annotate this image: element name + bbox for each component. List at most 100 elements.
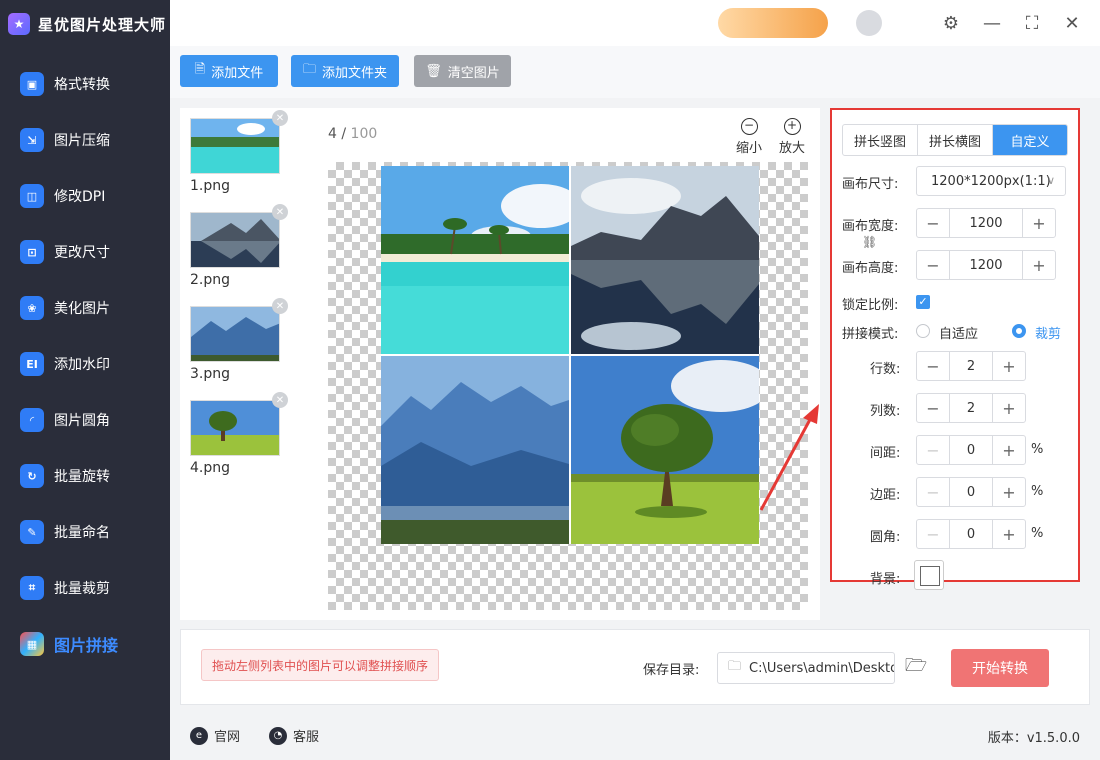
- lock-ratio-checkbox[interactable]: ✓: [916, 295, 930, 309]
- vip-badge[interactable]: [718, 8, 828, 38]
- tab-horizontal[interactable]: 拼长横图: [918, 125, 993, 155]
- cols-value[interactable]: 2: [949, 394, 993, 422]
- website-link[interactable]: e 官网: [190, 726, 240, 745]
- remove-file-icon[interactable]: ✕: [272, 298, 288, 314]
- mode-adaptive-radio[interactable]: [916, 324, 930, 338]
- decrement-button[interactable]: −: [917, 352, 949, 380]
- zoom-in-button[interactable]: + 放大: [779, 118, 805, 156]
- mode-label: 拼接模式:: [842, 327, 899, 342]
- radius-stepper[interactable]: − 0 +: [916, 519, 1026, 549]
- rows-stepper[interactable]: − 2 +: [916, 351, 1026, 381]
- remove-file-icon[interactable]: ✕: [272, 110, 288, 126]
- sidebar-item-round-corner[interactable]: ◜ 图片圆角: [0, 392, 170, 448]
- clear-images-button[interactable]: 🗑 清空图片: [414, 55, 511, 87]
- margin-stepper[interactable]: − 0 +: [916, 477, 1026, 507]
- canvas-width-stepper[interactable]: − 1200 +: [916, 208, 1056, 238]
- close-icon[interactable]: ✕: [1059, 10, 1085, 36]
- clear-images-label: 清空图片: [447, 65, 500, 81]
- collage-tile-tree: [571, 356, 759, 544]
- increment-button[interactable]: +: [1023, 251, 1055, 279]
- sidebar-item-stitch[interactable]: ▦ 图片拼接: [0, 616, 170, 672]
- canvas-height-label: 画布高度:: [842, 261, 899, 276]
- page-current: 4: [328, 126, 337, 142]
- zoom-in-icon: +: [783, 118, 801, 135]
- spacing-value[interactable]: 0: [949, 436, 993, 464]
- radius-unit: %: [1031, 526, 1044, 541]
- minimize-icon[interactable]: —: [979, 10, 1005, 36]
- canvas-width-label: 画布宽度:: [842, 219, 899, 234]
- sidebar-item-beautify[interactable]: ❀ 美化图片: [0, 280, 170, 336]
- spacing-stepper[interactable]: − 0 +: [916, 435, 1026, 465]
- version-label: 版本：v1.5.0.0: [987, 731, 1080, 746]
- increment-button[interactable]: +: [993, 478, 1025, 506]
- increment-button[interactable]: +: [1023, 209, 1055, 237]
- mode-adaptive-label[interactable]: 自适应: [939, 323, 978, 342]
- rows-label: 行数:: [870, 362, 901, 377]
- decrement-button[interactable]: −: [917, 436, 949, 464]
- decrement-button[interactable]: −: [917, 478, 949, 506]
- mode-crop-radio[interactable]: [1012, 324, 1026, 338]
- add-folder-button[interactable]: 🗀 添加文件夹: [291, 55, 399, 87]
- title-bar: ⚙ — ⛶ ✕: [170, 0, 1100, 46]
- maximize-icon[interactable]: ⛶: [1019, 10, 1045, 36]
- footer: e 官网 ◔ 客服 版本：v1.5.0.0: [170, 714, 1100, 760]
- file-icon: 🗎: [194, 62, 206, 77]
- sidebar-item-resize[interactable]: ⊡ 更改尺寸: [0, 224, 170, 280]
- increment-button[interactable]: +: [993, 394, 1025, 422]
- sidebar-item-compress[interactable]: ⇲ 图片压缩: [0, 112, 170, 168]
- sidebar-item-dpi[interactable]: ◫ 修改DPI: [0, 168, 170, 224]
- sidebar-item-label: 批量旋转: [54, 469, 110, 485]
- link-icon[interactable]: ⛓: [862, 235, 877, 249]
- sidebar-item-crop[interactable]: ⌗ 批量裁剪: [0, 560, 170, 616]
- background-label: 背景:: [870, 572, 901, 587]
- support-link[interactable]: ◔ 客服: [269, 726, 319, 745]
- file-name: 3.png: [190, 366, 231, 382]
- rows-value[interactable]: 2: [949, 352, 993, 380]
- sidebar-item-watermark[interactable]: EI 添加水印: [0, 336, 170, 392]
- increment-button[interactable]: +: [993, 436, 1025, 464]
- avatar[interactable]: [856, 10, 882, 36]
- cols-stepper[interactable]: − 2 +: [916, 393, 1026, 423]
- background-color-picker[interactable]: [914, 560, 944, 590]
- page-counter: 4 / 100: [328, 126, 377, 142]
- user-name-placeholder: [882, 14, 922, 30]
- canvas-height-value[interactable]: 1200: [949, 251, 1023, 279]
- add-file-button[interactable]: 🗎 添加文件: [180, 55, 278, 87]
- sidebar-item-format-convert[interactable]: ▣ 格式转换: [0, 56, 170, 112]
- canvas-height-stepper[interactable]: − 1200 +: [916, 250, 1056, 280]
- decrement-button[interactable]: −: [917, 520, 949, 548]
- margin-value[interactable]: 0: [949, 478, 993, 506]
- save-dir-label: 保存目录:: [643, 663, 700, 678]
- decrement-button[interactable]: −: [917, 251, 949, 279]
- remove-file-icon[interactable]: ✕: [272, 204, 288, 220]
- rename-icon: ✎: [20, 520, 44, 544]
- file-list-item[interactable]: ✕ 4.png: [190, 392, 288, 476]
- remove-file-icon[interactable]: ✕: [272, 392, 288, 408]
- canvas-size-label: 画布尺寸:: [842, 177, 899, 192]
- browse-folder-icon[interactable]: 🗁: [903, 655, 929, 680]
- save-dir-input[interactable]: 🗀 C:\Users\admin\Deskto: [717, 652, 895, 684]
- settings-icon[interactable]: ⚙: [938, 10, 964, 36]
- start-convert-button[interactable]: 开始转换: [951, 649, 1049, 687]
- canvas-width-value[interactable]: 1200: [949, 209, 1023, 237]
- file-list-item[interactable]: ✕ 1.png: [190, 110, 288, 194]
- file-name: 1.png: [190, 178, 231, 194]
- canvas-preview: [328, 162, 808, 610]
- increment-button[interactable]: +: [993, 520, 1025, 548]
- watermark-icon: EI: [20, 352, 44, 376]
- canvas-size-select[interactable]: 1200*1200px(1:1) ∨: [916, 166, 1066, 196]
- decrement-button[interactable]: −: [917, 209, 949, 237]
- zoom-out-button[interactable]: − 缩小: [736, 118, 762, 156]
- sidebar-item-rename[interactable]: ✎ 批量命名: [0, 504, 170, 560]
- sidebar-item-label: 图片圆角: [54, 413, 110, 429]
- file-list-item[interactable]: ✕ 3.png: [190, 298, 288, 382]
- increment-button[interactable]: +: [993, 352, 1025, 380]
- tab-custom[interactable]: 自定义: [993, 125, 1067, 155]
- file-list-item[interactable]: ✕ 2.png: [190, 204, 288, 288]
- sidebar-item-rotate[interactable]: ↻ 批量旋转: [0, 448, 170, 504]
- tab-vertical[interactable]: 拼长竖图: [843, 125, 918, 155]
- mode-crop-label[interactable]: 裁剪: [1035, 323, 1061, 342]
- sidebar: ★ 星优图片处理大师 ▣ 格式转换 ⇲ 图片压缩 ◫ 修改DPI ⊡ 更改尺寸 …: [0, 0, 170, 760]
- radius-value[interactable]: 0: [949, 520, 993, 548]
- decrement-button[interactable]: −: [917, 394, 949, 422]
